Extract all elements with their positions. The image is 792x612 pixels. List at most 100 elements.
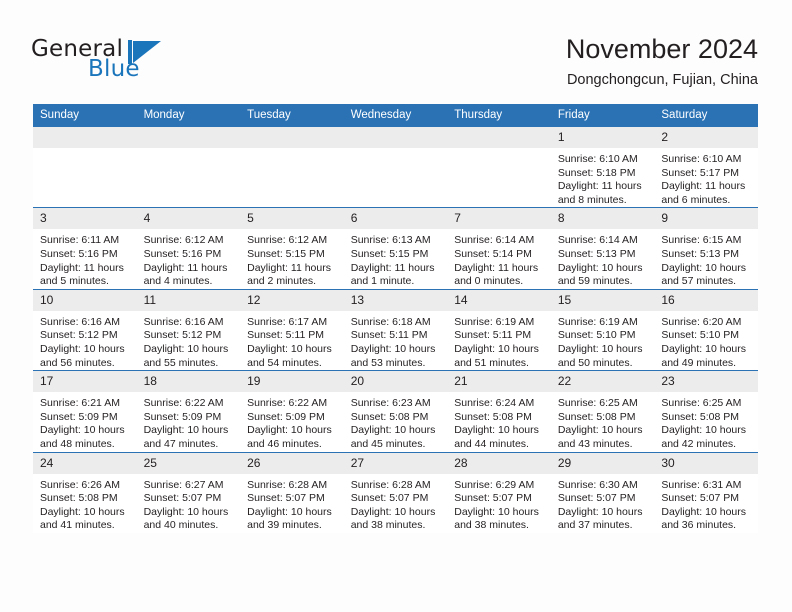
daylight-duration-line1: Daylight: 10 hours [247,505,332,518]
calendar-day-cell[interactable]: 7 Sunrise: 6:14 AM Sunset: 5:14 PM Daylight… [447,207,551,290]
calendar-day-cell[interactable]: 19 Sunrise: 6:22 AM Sunset: 5:09 PM Dayligh… [240,370,344,452]
sunset-time: Sunset: 5:08 PM [350,410,429,423]
sunrise-time: Sunrise: 6:22 AM [143,397,224,410]
calendar-day-cell[interactable]: 6 Sunrise: 6:13 AM Sunset: 5:15 PM Daylight… [343,207,448,290]
sunrise-sunset-calendar-table: Sunday Monday Tuesday Wednesday Thursday… [33,104,758,533]
calendar-week-row: 1 Sunrise: 6:10 AM Sunset: 5:18 PM Daylight… [33,127,758,208]
daylight-duration-line2: and 55 minutes. [143,356,219,369]
calendar-day-cell[interactable]: 22 Sunrise: 6:25 AM Sunset: 5:08 PM Dayligh… [550,370,655,452]
calendar-day-cell[interactable]: 26 Sunrise: 6:28 AM Sunset: 5:07 PM Dayligh… [240,451,344,533]
calendar-day-cell[interactable]: 11 Sunrise: 6:16 AM Sunset: 5:12 PM Dayligh… [136,288,241,371]
day-details: Sunrise: 6:19 AM Sunset: 5:11 PM Daylight:… [447,311,551,370]
sunset-time: Sunset: 5:15 PM [350,247,429,260]
daylight-duration-line2: and 2 minutes. [247,275,317,288]
sunrise-time: Sunrise: 6:14 AM [454,234,535,247]
calendar-day-cell[interactable]: 20 Sunrise: 6:23 AM Sunset: 5:08 PM Dayligh… [343,370,448,452]
calendar-day-cell[interactable]: 9 Sunrise: 6:15 AM Sunset: 5:13 PM Daylight… [654,207,758,290]
daylight-duration-line2: and 53 minutes. [350,356,426,369]
calendar-day-cell[interactable]: 4 Sunrise: 6:12 AM Sunset: 5:16 PM Daylight… [136,207,241,290]
calendar-day-cell[interactable]: 5 Sunrise: 6:12 AM Sunset: 5:15 PM Daylight… [240,207,344,290]
calendar-day-cell[interactable]: 16 Sunrise: 6:20 AM Sunset: 5:10 PM Dayligh… [654,288,758,371]
sunset-time: Sunset: 5:15 PM [247,247,325,260]
sunrise-time: Sunrise: 6:30 AM [557,478,638,491]
day-details [240,148,344,153]
day-details: Sunrise: 6:22 AM Sunset: 5:09 PM Daylight:… [137,392,241,451]
sunset-time: Sunset: 5:08 PM [454,410,532,423]
daylight-duration-line2: and 0 minutes. [454,275,524,288]
calendar-day-cell-empty [343,127,448,208]
calendar-day-cell[interactable]: 1 Sunrise: 6:10 AM Sunset: 5:18 PM Daylight… [550,127,655,208]
daylight-duration-line1: Daylight: 10 hours [454,424,539,437]
sunset-time: Sunset: 5:08 PM [40,492,118,505]
sunrise-time: Sunrise: 6:12 AM [247,234,328,247]
calendar-day-cell-empty [33,127,137,208]
day-number: 2 [654,127,758,148]
daylight-duration-line1: Daylight: 10 hours [454,505,539,518]
day-details: Sunrise: 6:14 AM Sunset: 5:14 PM Daylight:… [447,229,551,288]
calendar-day-cell[interactable]: 13 Sunrise: 6:18 AM Sunset: 5:11 PM Dayligh… [343,288,448,371]
calendar-day-cell[interactable]: 29 Sunrise: 6:30 AM Sunset: 5:07 PM Dayligh… [550,451,655,533]
daylight-duration-line1: Daylight: 10 hours [557,424,643,437]
calendar-day-cell[interactable]: 3 Sunrise: 6:11 AM Sunset: 5:16 PM Daylight… [33,207,137,290]
day-details: Sunrise: 6:21 AM Sunset: 5:09 PM Daylight:… [33,392,137,451]
sunrise-time: Sunrise: 6:27 AM [143,478,224,491]
daylight-duration-line1: Daylight: 11 hours [247,261,331,274]
day-details: Sunrise: 6:26 AM Sunset: 5:08 PM Daylight:… [33,474,137,533]
calendar-day-cell[interactable]: 17 Sunrise: 6:21 AM Sunset: 5:09 PM Dayligh… [33,370,137,452]
calendar-day-cell[interactable]: 21 Sunrise: 6:24 AM Sunset: 5:08 PM Dayligh… [447,370,551,452]
calendar-day-cell[interactable]: 24 Sunrise: 6:26 AM Sunset: 5:08 PM Dayligh… [33,451,137,533]
sunset-time: Sunset: 5:07 PM [557,492,636,505]
day-number: 6 [343,208,448,230]
daylight-duration-line2: and 50 minutes. [557,356,633,369]
day-details: Sunrise: 6:28 AM Sunset: 5:07 PM Daylight:… [240,474,344,533]
calendar-day-cell[interactable]: 23 Sunrise: 6:25 AM Sunset: 5:08 PM Dayligh… [654,370,758,452]
weekday-header-thursday: Thursday [447,104,551,127]
daylight-duration-line2: and 59 minutes. [557,275,633,288]
daylight-duration-line1: Daylight: 11 hours [40,261,124,274]
calendar-day-cell[interactable]: 2 Sunrise: 6:10 AM Sunset: 5:17 PM Daylight… [654,127,758,208]
daylight-duration-line1: Daylight: 10 hours [143,424,229,437]
daylight-duration-line2: and 38 minutes. [350,519,426,532]
daylight-duration-line2: and 56 minutes. [40,356,115,369]
calendar-day-cell[interactable]: 30 Sunrise: 6:31 AM Sunset: 5:07 PM Dayligh… [654,451,758,533]
day-details: Sunrise: 6:30 AM Sunset: 5:07 PM Daylight:… [551,474,655,533]
day-details: Sunrise: 6:16 AM Sunset: 5:12 PM Daylight:… [137,311,241,370]
day-details: Sunrise: 6:25 AM Sunset: 5:08 PM Daylight:… [654,392,758,451]
calendar-day-cell[interactable]: 10 Sunrise: 6:16 AM Sunset: 5:12 PM Dayligh… [33,288,137,371]
day-details [447,148,551,153]
sunrise-time: Sunrise: 6:20 AM [661,315,742,328]
calendar-day-cell[interactable]: 18 Sunrise: 6:22 AM Sunset: 5:09 PM Dayligh… [136,370,241,452]
day-number: 23 [654,371,758,393]
day-number: 1 [550,127,655,148]
calendar-day-cell[interactable]: 12 Sunrise: 6:17 AM Sunset: 5:11 PM Dayligh… [240,288,344,371]
sunset-time: Sunset: 5:17 PM [661,166,740,179]
calendar-day-cell[interactable]: 15 Sunrise: 6:19 AM Sunset: 5:10 PM Dayligh… [550,288,655,371]
calendar-day-cell[interactable]: 14 Sunrise: 6:19 AM Sunset: 5:11 PM Dayligh… [447,288,551,371]
daylight-duration-line2: and 46 minutes. [247,437,322,450]
day-details: Sunrise: 6:16 AM Sunset: 5:12 PM Daylight:… [33,311,137,370]
daylight-duration-line2: and 39 minutes. [247,519,322,532]
sunset-time: Sunset: 5:11 PM [247,329,324,342]
calendar-day-cell[interactable]: 25 Sunrise: 6:27 AM Sunset: 5:07 PM Dayligh… [136,451,241,533]
daylight-duration-line2: and 36 minutes. [661,519,737,532]
general-blue-logo[interactable]: General Blue [31,38,161,84]
sunrise-time: Sunrise: 6:21 AM [40,397,120,410]
sunrise-time: Sunrise: 6:25 AM [557,397,638,410]
calendar-week-row: 10 Sunrise: 6:16 AM Sunset: 5:12 PM Dayligh… [33,288,758,371]
day-number: 27 [343,452,448,474]
calendar-day-cell[interactable]: 8 Sunrise: 6:14 AM Sunset: 5:13 PM Daylight… [550,207,655,290]
sunset-time: Sunset: 5:09 PM [40,410,118,423]
day-details: Sunrise: 6:31 AM Sunset: 5:07 PM Daylight:… [654,474,758,533]
day-details: Sunrise: 6:10 AM Sunset: 5:18 PM Daylight:… [551,148,655,207]
day-number: 13 [343,289,448,311]
sunset-time: Sunset: 5:11 PM [454,329,532,342]
day-number: 22 [550,371,655,393]
weekday-header-monday: Monday [136,104,241,127]
daylight-duration-line2: and 54 minutes. [247,356,322,369]
day-details [33,148,137,153]
calendar-day-cell[interactable]: 27 Sunrise: 6:28 AM Sunset: 5:07 PM Dayligh… [343,451,448,533]
daylight-duration-line2: and 41 minutes. [40,519,115,532]
calendar-day-cell[interactable]: 28 Sunrise: 6:29 AM Sunset: 5:07 PM Dayligh… [447,451,551,533]
day-details: Sunrise: 6:14 AM Sunset: 5:13 PM Daylight:… [551,229,655,288]
daylight-duration-line1: Daylight: 10 hours [40,342,125,355]
